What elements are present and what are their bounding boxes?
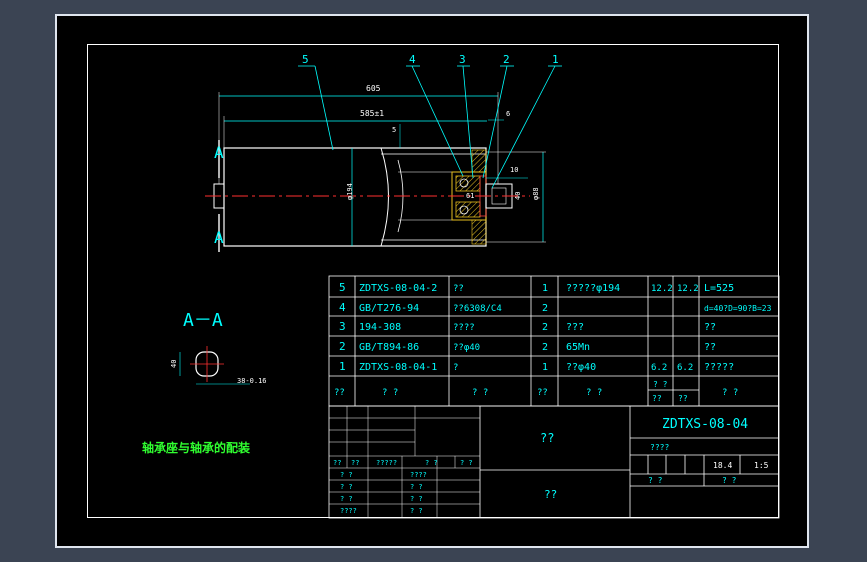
bom-row-material: ??φ40 — [566, 362, 596, 373]
title-block-left-label: ? ? — [410, 483, 423, 491]
cad-drawing: A A 605 585±1 5 6 10 61 40 φ194 φ88 5 4 — [142, 53, 780, 519]
bom-table — [328, 275, 780, 407]
section-letter-bottom: A — [214, 228, 224, 247]
bom-row-note: ?? — [704, 342, 716, 353]
dim-gap-10: 10 — [510, 166, 518, 174]
title-block-left-label: ?? — [351, 459, 359, 467]
title-block-left-label: ? ? — [425, 459, 438, 467]
dim-shaft: 40 — [514, 192, 522, 200]
bom-row-weight-single: 6.2 — [651, 363, 667, 373]
title-sheet-b: ? ? — [722, 476, 737, 485]
bom-row-code: ZDTXS-08-04-2 — [359, 283, 437, 294]
leader-1 — [491, 65, 556, 189]
bom-row-code: 194-308 — [359, 322, 401, 333]
bom-row-no: 5 — [339, 281, 346, 294]
bom-row-note: d=40?D=90?B=23 — [704, 304, 772, 313]
dim-right: φ88 — [532, 187, 540, 200]
balloon-1: 1 — [552, 53, 559, 66]
bom-row-weight-single: 12.2 — [651, 284, 673, 294]
bom-row-material: ??? — [566, 322, 584, 333]
bom-row-name: ??φ40 — [453, 343, 480, 353]
dim-overall: 605 — [366, 84, 381, 93]
title-block-left-label: ? ? — [340, 483, 353, 491]
title-weight: 18.4 — [713, 461, 732, 470]
title-block-left-label: ? ? — [410, 507, 423, 515]
title-center-bottom: ?? — [544, 488, 557, 501]
bom-row-code: GB/T276-94 — [359, 303, 419, 314]
bom-row-note: ????? — [704, 362, 734, 373]
bom-row-note: L=525 — [704, 283, 734, 294]
dim-gap-5: 5 — [392, 126, 396, 134]
bom-row-weight-total: 12.2 — [677, 284, 699, 294]
balloon-4: 4 — [409, 53, 416, 66]
bom-row-no: 4 — [339, 301, 346, 314]
section-curve — [380, 147, 389, 247]
bom-row-name: ?? — [453, 284, 464, 294]
bom-row-code: GB/T894-86 — [359, 342, 419, 353]
bom-row-code: ZDTXS-08-04-1 — [359, 362, 437, 373]
dim-gap-6: 6 — [506, 110, 510, 118]
section-dim-38: 38-0.16 — [237, 377, 267, 385]
bom-row-qty: 2 — [542, 342, 548, 353]
title-scale: 1:5 — [754, 461, 769, 470]
bom-row-name: ? — [453, 363, 458, 373]
title-block-left-label: ????? — [376, 459, 397, 467]
bom-row-qty: 1 — [542, 283, 548, 294]
bom-header-weight-single: ?? — [652, 394, 662, 403]
bom-header-code: ? ? — [382, 388, 398, 398]
leader-2 — [482, 65, 508, 179]
title-block-text: ?? ?? ZDTXS-08-04 ???? 18.4 1:5 ? ? ? ? — [540, 417, 769, 501]
bom-row-note: ?? — [704, 322, 716, 333]
bom-row-material: ?????φ194 — [566, 283, 620, 294]
bom-row-material: 65Mn — [566, 342, 590, 353]
section-a-a: A－A 40 38-0.16 轴承座与轴承的配装 — [142, 310, 267, 455]
bom-row-no: 1 — [339, 360, 346, 373]
title-block-left-label: ???? — [340, 507, 357, 515]
bom-row-qty: 1 — [542, 362, 548, 373]
bom-header-no: ?? — [334, 388, 345, 398]
bom-header-name: ? ? — [472, 388, 488, 398]
bom-header-material: ? ? — [586, 388, 602, 398]
roller-tube-outline — [223, 147, 487, 247]
title-block-left-text: ????????? ? ? ? ? ? ????? ? ? ? ? ? ? ? ????? ? … — [333, 459, 473, 515]
bom-header-weight-total: ?? — [678, 394, 688, 403]
title-center-top: ?? — [540, 431, 554, 445]
caption-text: 轴承座与轴承的配装 — [142, 440, 250, 455]
bom-row-name: ???? — [453, 323, 475, 333]
balloon-3: 3 — [459, 53, 466, 66]
title-block-left-label: ?? — [333, 459, 341, 467]
bom-row-name: ??6308/C4 — [453, 304, 502, 314]
title-block-left-label: ? ? — [460, 459, 473, 467]
title-sheet-a: ? ? — [648, 476, 663, 485]
dim-outer: φ194 — [346, 183, 354, 200]
drawing-number: ZDTXS-08-04 — [662, 417, 748, 432]
bom-rows: 5 ZDTXS-08-04-2?? 1 ?????φ194 12.2 12.2 L=525 4… — [334, 281, 772, 403]
dim-bore: 61 — [466, 192, 474, 200]
bom-row-no: 2 — [339, 340, 346, 353]
title-block-left-label: ? ? — [340, 471, 353, 479]
bom-row-qty: 2 — [542, 322, 548, 333]
section-title: A－A — [183, 310, 223, 331]
bom-header-qty: ?? — [537, 388, 548, 398]
hatch-bottom — [471, 219, 487, 245]
bom-row-weight-total: 6.2 — [677, 363, 693, 373]
leader-5 — [314, 65, 334, 151]
balloon-5: 5 — [302, 53, 309, 66]
hatch-top — [471, 149, 487, 173]
bom-header-weight: ? ? — [653, 380, 668, 389]
title-block-left-label: ???? — [410, 471, 427, 479]
bom-row-no: 3 — [339, 320, 346, 333]
section-dim-40: 40 — [170, 360, 178, 368]
title-block-left-label: ? ? — [410, 495, 423, 503]
leader-3 — [462, 65, 474, 179]
title-block-left-label: ? ? — [340, 495, 353, 503]
title-label-a: ???? — [650, 443, 669, 452]
bom-row-qty: 2 — [542, 303, 548, 314]
balloon-2: 2 — [503, 53, 510, 66]
bom-header-note: ? ? — [722, 388, 738, 398]
dim-length: 585±1 — [360, 109, 384, 118]
roller-view: A A 605 585±1 5 6 10 61 40 φ194 φ88 5 4 — [205, 53, 562, 252]
